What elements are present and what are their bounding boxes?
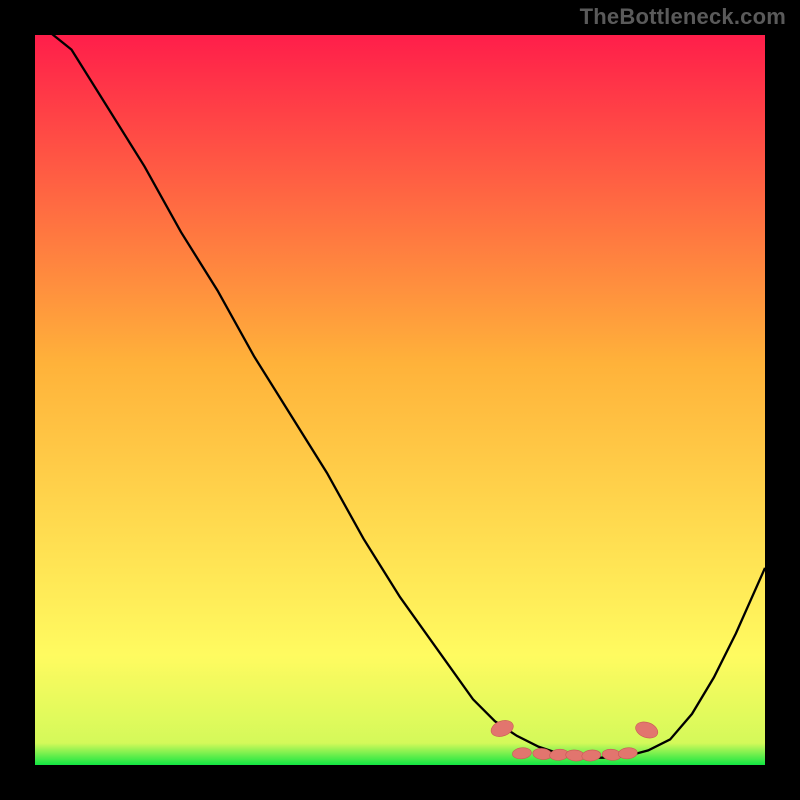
chart-frame: TheBottleneck.com (0, 0, 800, 800)
plot-area (35, 35, 765, 765)
curve-chart (35, 35, 765, 765)
watermark-text: TheBottleneck.com (580, 4, 786, 30)
gradient-background (35, 35, 765, 765)
